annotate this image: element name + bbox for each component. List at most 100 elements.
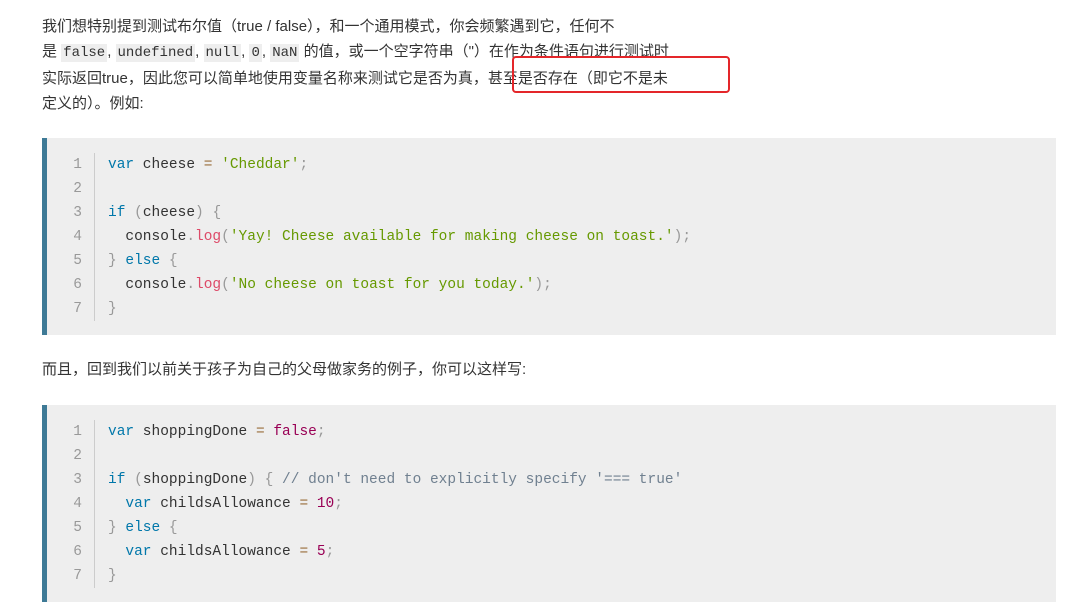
code-line: console.log('Yay! Cheese available for m… bbox=[108, 225, 691, 249]
intro-line-4: 定义的）。例如: bbox=[42, 95, 144, 112]
line-number: 6 bbox=[73, 544, 82, 560]
code-token-id: cheese bbox=[134, 157, 204, 173]
code-token-kw: var bbox=[108, 157, 135, 173]
code-token-id bbox=[125, 472, 134, 488]
code-line: } bbox=[108, 297, 691, 321]
line-number: 5 bbox=[73, 253, 82, 269]
line-number: 5 bbox=[73, 520, 82, 536]
line-numbers: 1 2 3 4 5 6 7 bbox=[47, 153, 95, 321]
code-token-p: } bbox=[108, 520, 117, 536]
code-token-str: 'No cheese on toast for you today.' bbox=[229, 277, 535, 293]
intro-line-1: 我们想特别提到测试布尔值（true / false），和一个通用模式，你会频繁遇… bbox=[42, 18, 615, 35]
code-lines: var cheese = 'Cheddar'; if (cheese) { con… bbox=[108, 153, 691, 321]
code-line: } else { bbox=[108, 516, 682, 540]
inline-code: 0 bbox=[249, 44, 262, 62]
code-token-p: . bbox=[186, 229, 196, 245]
text: 实际返回true，因此您可以简单地使用变量名称来测试它是否为真， bbox=[42, 70, 488, 87]
code-line: console.log('No cheese on toast for you … bbox=[108, 273, 691, 297]
code-token-kw: else bbox=[125, 520, 161, 536]
code-token-id bbox=[108, 496, 125, 512]
code-token-kw: if bbox=[108, 472, 126, 488]
code-token-p: ( bbox=[221, 229, 230, 245]
code-token-num: 5 bbox=[316, 544, 326, 560]
code-token-str: 'Yay! Cheese available for making cheese… bbox=[229, 229, 674, 245]
code-line: if (shoppingDone) { // don't need to exp… bbox=[108, 468, 682, 492]
code-token-id bbox=[160, 520, 169, 536]
code-token-p: ); bbox=[673, 229, 692, 245]
code-line: } else { bbox=[108, 249, 691, 273]
line-number: 2 bbox=[73, 448, 82, 464]
code-token-p: } bbox=[108, 301, 117, 317]
code-token-p: ) bbox=[247, 472, 256, 488]
inline-code: NaN bbox=[270, 44, 300, 62]
code-token-id: cheese bbox=[142, 205, 196, 221]
code-token-p: ; bbox=[334, 496, 343, 512]
code-token-p: ); bbox=[534, 277, 552, 293]
code-line: } bbox=[108, 564, 682, 588]
code-token-id bbox=[273, 472, 282, 488]
inline-code: null bbox=[203, 44, 242, 62]
line-number: 1 bbox=[73, 157, 82, 173]
inline-code: false bbox=[61, 44, 108, 62]
code-token-p: ) bbox=[195, 205, 204, 221]
inline-code: undefined bbox=[115, 44, 196, 62]
code-token-p: } bbox=[108, 568, 117, 584]
code-line: var cheese = 'Cheddar'; bbox=[108, 153, 691, 177]
code-token-p: { bbox=[212, 205, 222, 221]
code-token-id bbox=[212, 157, 221, 173]
code-token-p: ( bbox=[134, 205, 143, 221]
code-token-id: shoppingDone bbox=[134, 424, 256, 440]
code-token-id bbox=[308, 496, 317, 512]
line-number: 2 bbox=[73, 181, 82, 197]
code-token-p: ( bbox=[221, 277, 230, 293]
red-highlight-box bbox=[512, 56, 730, 93]
code-token-p: ( bbox=[134, 472, 143, 488]
line-number: 4 bbox=[73, 229, 82, 245]
code-token-id bbox=[108, 544, 125, 560]
code-token-p: . bbox=[186, 277, 196, 293]
code-token-p: ; bbox=[316, 424, 326, 440]
middle-paragraph: 而且，回到我们以前关于孩子为自己的父母做家务的例子，你可以这样写: bbox=[42, 361, 527, 378]
code-token-str: 'Cheddar' bbox=[221, 157, 300, 173]
code-token-fn: log bbox=[195, 229, 222, 245]
code-token-p: } bbox=[108, 253, 117, 269]
code-token-num: 10 bbox=[316, 496, 335, 512]
code-token-p: ; bbox=[299, 157, 309, 173]
code-token-id bbox=[308, 544, 317, 560]
code-token-kw: var bbox=[108, 424, 135, 440]
code-token-op: = bbox=[299, 496, 309, 512]
code-token-id: childsAllowance bbox=[151, 496, 300, 512]
code-token-id: console bbox=[108, 277, 187, 293]
line-number: 7 bbox=[73, 301, 82, 317]
code-lines: var shoppingDone = false; if (shoppingDon… bbox=[108, 420, 682, 588]
line-number: 6 bbox=[73, 277, 82, 293]
code-token-op: = bbox=[299, 544, 309, 560]
code-token-id: childsAllowance bbox=[151, 544, 300, 560]
code-token-id bbox=[160, 253, 169, 269]
code-token-fn: log bbox=[195, 277, 222, 293]
code-token-p: ; bbox=[325, 544, 335, 560]
code-token-kw: else bbox=[125, 253, 161, 269]
line-number: 1 bbox=[73, 424, 82, 440]
code-line: var childsAllowance = 10; bbox=[108, 492, 682, 516]
line-numbers: 1 2 3 4 5 6 7 bbox=[47, 420, 95, 588]
code-token-id: shoppingDone bbox=[142, 472, 248, 488]
code-token-id bbox=[125, 205, 134, 221]
code-token-cm: // don't need to explicitly specify '===… bbox=[282, 472, 683, 488]
code-line: if (cheese) { bbox=[108, 201, 691, 225]
code-line: var childsAllowance = 5; bbox=[108, 540, 682, 564]
code-token-num: false bbox=[273, 424, 317, 440]
code-token-op: = bbox=[255, 424, 265, 440]
code-token-p: { bbox=[168, 520, 178, 536]
code-token-kw: var bbox=[125, 544, 152, 560]
code-token-id: console bbox=[108, 229, 187, 245]
code-token-p: { bbox=[168, 253, 178, 269]
code-token-id bbox=[256, 472, 265, 488]
line-number: 7 bbox=[73, 568, 82, 584]
line-number: 4 bbox=[73, 496, 82, 512]
code-token-kw: if bbox=[108, 205, 126, 221]
code-line: var shoppingDone = false; bbox=[108, 420, 682, 444]
line-number: 3 bbox=[73, 205, 82, 221]
